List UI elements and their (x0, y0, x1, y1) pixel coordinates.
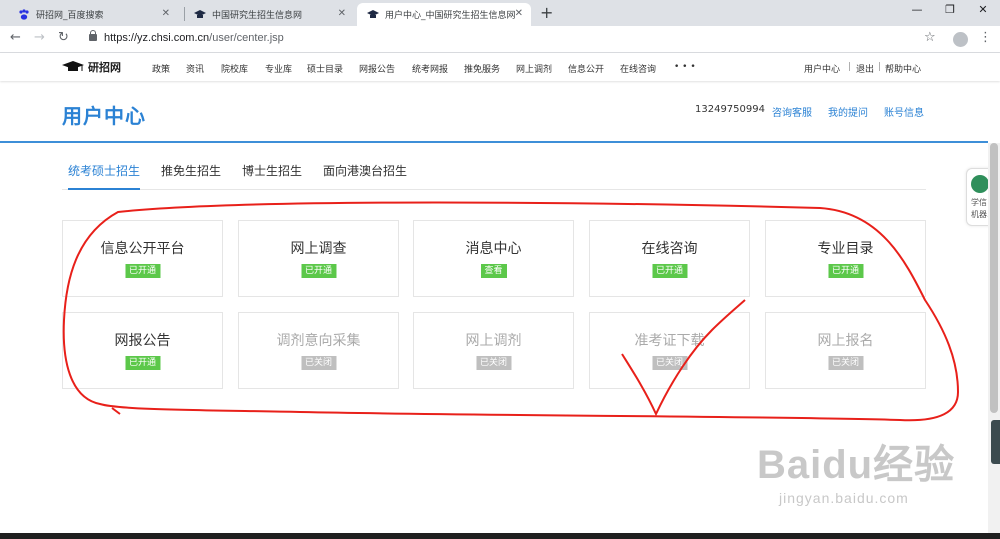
nav-item-recommendation[interactable]: 推免服务 (464, 62, 500, 75)
card-title: 在线咨询 (641, 241, 698, 257)
nav-item-schools[interactable]: 院校库 (221, 62, 248, 75)
baidu-paw-icon (18, 8, 30, 21)
browser-tab-title: 中国研究生招生信息网 (212, 11, 303, 21)
lock-icon (89, 30, 97, 41)
card-adjustment-intent[interactable]: 调剂意向采集 已关闭 (238, 312, 399, 389)
tab-unified-master[interactable]: 统考硕士招生 (68, 162, 141, 190)
nav-item-majors[interactable]: 专业库 (265, 62, 292, 75)
watermark-brand: Baidu经验 (757, 443, 956, 487)
tab-recommended[interactable]: 推免生招生 (161, 162, 221, 190)
new-tab-icon[interactable]: + (540, 3, 553, 22)
scrollbar-thumb[interactable] (990, 143, 998, 413)
browser-tab-user-center[interactable]: 用户中心_中国研究生招生信息网 ✕ (357, 3, 531, 26)
status-badge: 已开通 (124, 356, 161, 370)
restore-icon[interactable]: ❐ (935, 3, 965, 16)
url-host: https://yz.chsi.com.cn (104, 32, 210, 44)
nav-user-center[interactable]: 用户中心 (804, 62, 840, 75)
card-title: 网上调查 (290, 241, 347, 257)
nav-more-icon[interactable]: • • • (674, 62, 696, 72)
nav-logout[interactable]: 退出 (856, 62, 874, 75)
watermark-url: jingyan.baidu.com (779, 490, 909, 506)
card-registration-notice[interactable]: 网报公告 已开通 (62, 312, 223, 389)
status-badge: 已关闭 (475, 356, 512, 370)
baidu-jingyan-watermark: Baidu经验 jingyan.baidu.com (757, 432, 955, 506)
profile-avatar-icon[interactable] (953, 32, 968, 47)
user-center-header: 用户中心 13249750994 咨询客服 我的提问 账号信息 (0, 81, 988, 143)
site-navbar: 研招网 政策 资讯 院校库 专业库 硕士目录 网报公告 统考网报 推免服务 网上… (0, 53, 1000, 81)
nav-item-adjustment[interactable]: 网上调剂 (516, 62, 552, 75)
browser-tab-chsi[interactable]: 中国研究生招生信息网 ✕ (184, 3, 354, 26)
tab-doctoral[interactable]: 博士生招生 (242, 162, 302, 190)
graduation-cap-icon (194, 9, 206, 21)
nav-item-news[interactable]: 资讯 (186, 62, 204, 75)
my-questions-link[interactable]: 我的提问 (828, 104, 868, 119)
graduation-cap-icon (62, 61, 84, 71)
status-badge: 已开通 (651, 264, 688, 278)
status-badge: 已关闭 (827, 356, 864, 370)
close-icon[interactable]: ✕ (515, 8, 523, 19)
site-logo-text: 研招网 (88, 61, 121, 74)
card-online-registration[interactable]: 网上报名 已关闭 (765, 312, 926, 389)
user-phone: 13249750994 (695, 104, 765, 115)
nav-item-info-disclosure[interactable]: 信息公开 (568, 62, 604, 75)
nav-item-online-registration[interactable]: 统考网报 (412, 62, 448, 75)
minimize-icon[interactable]: — (902, 3, 932, 16)
site-logo[interactable]: 研招网 (62, 59, 121, 75)
nav-item-policy[interactable]: 政策 (152, 62, 170, 75)
nav-item-announcements[interactable]: 网报公告 (359, 62, 395, 75)
robot-avatar-icon (971, 175, 989, 193)
widget-label: 学信 (971, 198, 987, 207)
status-badge: 已关闭 (651, 356, 688, 370)
account-info-link[interactable]: 账号信息 (884, 104, 924, 119)
url-path: /user/center.jsp (209, 32, 284, 44)
status-badge: 已开通 (827, 264, 864, 278)
browser-tab-title: 研招网_百度搜索 (36, 11, 104, 21)
card-admission-ticket[interactable]: 准考证下载 已关闭 (589, 312, 750, 389)
card-title: 网上调剂 (465, 333, 522, 349)
card-message-center[interactable]: 消息中心 查看 (413, 220, 574, 297)
nav-item-master-catalog[interactable]: 硕士目录 (307, 62, 343, 75)
nav-item-consult[interactable]: 在线咨询 (620, 62, 656, 75)
address-bar[interactable]: https://yz.chsi.com.cn/user/center.jsp (104, 32, 284, 44)
back-arrow-icon[interactable]: ← (10, 30, 21, 45)
browser-tabstrip: 研招网_百度搜索 ✕ 中国研究生招生信息网 ✕ 用户中心_中国研究生招生信息网 … (0, 0, 1000, 26)
card-title: 信息公开平台 (100, 241, 185, 257)
card-info-disclosure[interactable]: 信息公开平台 已开通 (62, 220, 223, 297)
browser-menu-icon[interactable]: ⋮ (979, 30, 992, 45)
card-title: 调剂意向采集 (276, 333, 361, 349)
forward-arrow-icon[interactable]: → (34, 30, 45, 45)
tab-hk-macao-taiwan[interactable]: 面向港澳台招生 (323, 162, 407, 190)
widget-label: 机器. (971, 210, 990, 219)
browser-toolbar: ← → ↻ https://yz.chsi.com.cn/user/center… (0, 26, 1000, 53)
close-icon[interactable]: ✕ (338, 8, 346, 19)
os-taskbar (0, 533, 1000, 539)
nav-separator: | (878, 62, 882, 72)
recruitment-type-tabs: 统考硕士招生 推免生招生 博士生招生 面向港澳台招生 (62, 158, 926, 190)
card-online-survey[interactable]: 网上调查 已开通 (238, 220, 399, 297)
bookmark-star-icon[interactable]: ☆ (924, 30, 936, 45)
browser-tab-title: 用户中心_中国研究生招生信息网 (385, 11, 516, 21)
status-badge: 已开通 (124, 264, 161, 278)
consult-service-link[interactable]: 咨询客服 (772, 104, 812, 119)
card-title: 准考证下载 (634, 333, 705, 349)
nav-separator: | (848, 62, 852, 72)
nav-help-center[interactable]: 帮助中心 (885, 62, 921, 75)
card-title: 网报公告 (114, 333, 171, 349)
card-online-adjustment[interactable]: 网上调剂 已关闭 (413, 312, 574, 389)
reload-icon[interactable]: ↻ (58, 30, 69, 45)
card-title: 专业目录 (817, 241, 874, 257)
browser-tab-baidu[interactable]: 研招网_百度搜索 ✕ (8, 3, 178, 26)
status-badge: 已关闭 (300, 356, 337, 370)
page-title: 用户中心 (62, 104, 146, 128)
side-tab[interactable] (991, 420, 1000, 464)
card-title: 网上报名 (817, 333, 874, 349)
window-close-icon[interactable]: ✕ (968, 3, 998, 16)
status-badge: 已开通 (300, 264, 337, 278)
status-badge: 查看 (480, 264, 507, 278)
graduation-cap-icon (367, 9, 379, 21)
card-major-catalog[interactable]: 专业目录 已开通 (765, 220, 926, 297)
card-title: 消息中心 (465, 241, 522, 257)
close-icon[interactable]: ✕ (162, 8, 170, 19)
card-online-consult[interactable]: 在线咨询 已开通 (589, 220, 750, 297)
